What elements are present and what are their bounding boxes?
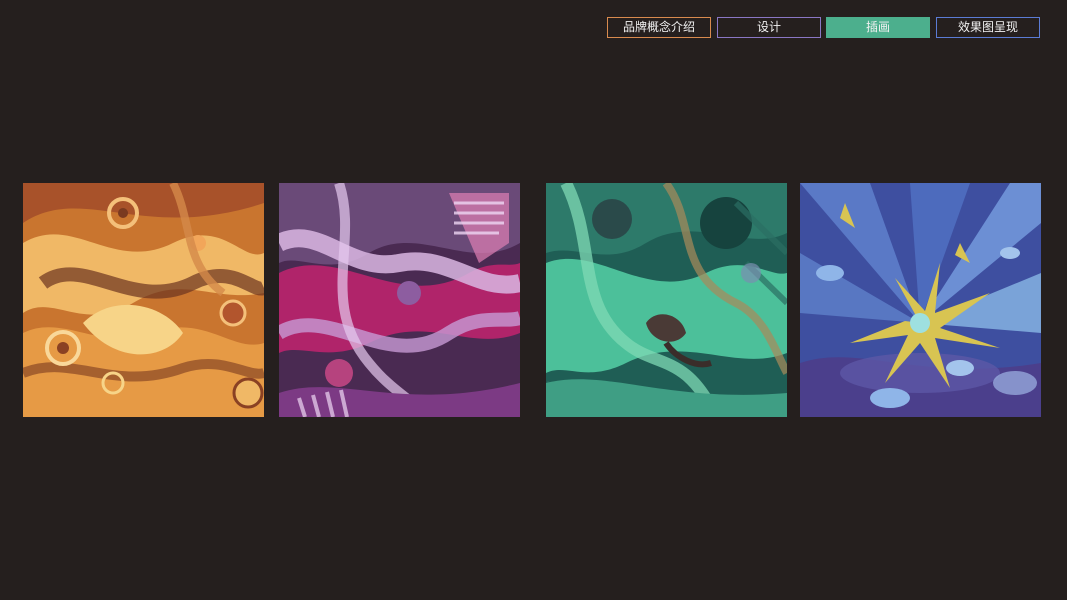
tab-rendering[interactable]: 效果图呈现 bbox=[936, 17, 1040, 38]
illustration-orange-image bbox=[23, 183, 264, 417]
tab-design[interactable]: 设计 bbox=[717, 17, 821, 38]
illustration-teal-image bbox=[546, 183, 787, 417]
tab-illustration[interactable]: 插画 bbox=[826, 17, 930, 38]
illustration-blue[interactable] bbox=[800, 183, 1041, 417]
page: 品牌概念介绍 设计 插画 效果图呈现 bbox=[0, 0, 1067, 600]
illustration-purple[interactable] bbox=[279, 183, 520, 417]
tab-brand-concept[interactable]: 品牌概念介绍 bbox=[607, 17, 711, 38]
illustration-teal[interactable] bbox=[546, 183, 787, 417]
illustration-orange[interactable] bbox=[23, 183, 264, 417]
illustration-blue-image bbox=[800, 183, 1041, 417]
illustration-purple-image bbox=[279, 183, 520, 417]
